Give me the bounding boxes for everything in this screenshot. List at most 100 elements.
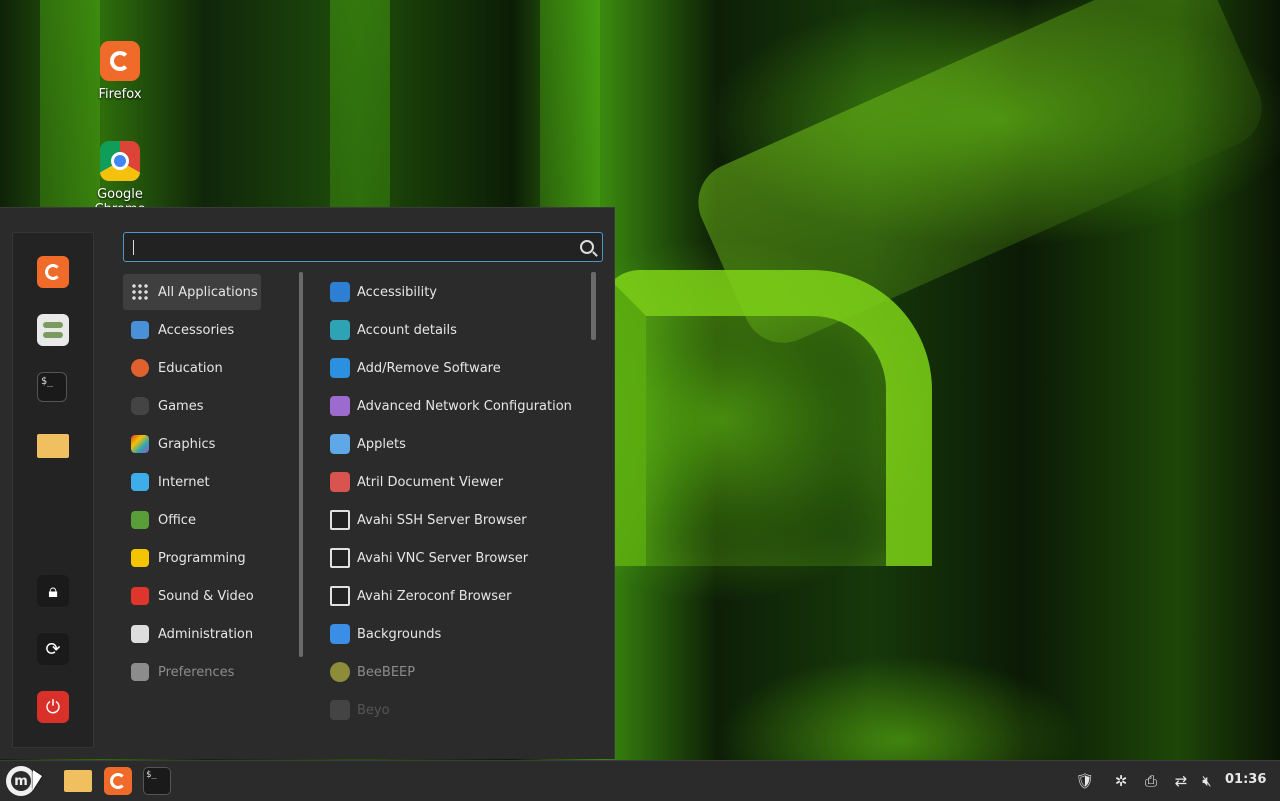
cloud-icon bbox=[131, 473, 149, 491]
sidebar-power-button[interactable]: ⏻ bbox=[37, 691, 69, 723]
menu-sidebar: $_ 🔒︎ ⟳ ⏻ bbox=[12, 232, 94, 748]
app-accessibility[interactable]: Accessibility bbox=[322, 274, 587, 310]
firefox-icon bbox=[100, 41, 140, 81]
sidebar-logout-button[interactable]: ⟳ bbox=[37, 633, 69, 665]
app-label: Atril Document Viewer bbox=[357, 474, 504, 490]
menu-search-box[interactable] bbox=[123, 232, 603, 262]
grid-icon bbox=[131, 283, 149, 301]
sidebar-files-button[interactable] bbox=[37, 434, 69, 458]
monitor-icon bbox=[330, 548, 350, 568]
search-input[interactable] bbox=[132, 237, 566, 259]
category-label: Preferences bbox=[158, 664, 235, 680]
chrome-icon bbox=[100, 141, 140, 181]
category-label: Internet bbox=[158, 474, 210, 490]
search-icon[interactable] bbox=[580, 240, 594, 254]
category-label: Graphics bbox=[158, 436, 216, 452]
category-graphics[interactable]: Graphics bbox=[123, 426, 293, 462]
category-label: Office bbox=[158, 512, 196, 528]
terminal-icon: $_ bbox=[41, 376, 54, 387]
wallpaper-mint-logo bbox=[600, 270, 932, 566]
category-sound-video[interactable]: Sound & Video bbox=[123, 578, 293, 614]
category-label: Education bbox=[158, 360, 223, 376]
category-accessories[interactable]: Accessories bbox=[123, 312, 293, 348]
app-avahi-ssh-server-browser[interactable]: Avahi SSH Server Browser bbox=[322, 502, 587, 538]
app-applets[interactable]: Applets bbox=[322, 426, 587, 462]
category-games[interactable]: Games bbox=[123, 388, 293, 424]
logout-icon: ⟳ bbox=[45, 638, 61, 660]
download-icon bbox=[330, 358, 350, 378]
admin-icon bbox=[131, 625, 149, 643]
applets-icon bbox=[330, 434, 350, 454]
sidebar-lock-button[interactable]: 🔒︎ bbox=[37, 575, 69, 607]
update-shield-icon[interactable]: 🛡︎ bbox=[1075, 771, 1095, 791]
app-label: Account details bbox=[357, 322, 457, 338]
category-list: All Applications Accessories Education G… bbox=[123, 274, 293, 692]
category-scrollbar[interactable] bbox=[299, 272, 303, 657]
application-list: Accessibility Account details Add/Remove… bbox=[322, 274, 587, 720]
taskbar-firefox-launcher[interactable] bbox=[104, 767, 132, 795]
settings-icon-bar bbox=[43, 332, 63, 338]
taskbar-files-launcher[interactable] bbox=[64, 770, 92, 792]
beebeep-tray-icon[interactable]: ✲ bbox=[1111, 771, 1131, 791]
sidebar-terminal-button[interactable]: $_ bbox=[37, 372, 67, 402]
category-label: All Applications bbox=[158, 284, 258, 300]
desktop-icon-chrome[interactable]: Google Chrome bbox=[70, 141, 170, 217]
app-beebeep[interactable]: BeeBEEP bbox=[322, 654, 587, 690]
menu-button[interactable]: m bbox=[6, 766, 36, 796]
network-icon[interactable]: ⇄ bbox=[1171, 771, 1191, 791]
category-education[interactable]: Education bbox=[123, 350, 293, 386]
category-label: Sound & Video bbox=[158, 588, 254, 604]
app-label: BeeBEEP bbox=[357, 664, 416, 680]
app-account-details[interactable]: Account details bbox=[322, 312, 587, 348]
app-label: Add/Remove Software bbox=[357, 360, 501, 376]
firefox-icon bbox=[45, 264, 61, 280]
glasses-icon bbox=[330, 472, 350, 492]
clock[interactable]: 01:36 bbox=[1225, 772, 1266, 787]
backgrounds-icon bbox=[330, 624, 350, 644]
taskbar-terminal-launcher[interactable]: $_ bbox=[143, 767, 171, 795]
desktop-icon-label: Firefox bbox=[98, 87, 142, 102]
app-label: Applets bbox=[357, 436, 406, 452]
category-all-applications[interactable]: All Applications bbox=[123, 274, 261, 310]
app-advanced-network-configuration[interactable]: Advanced Network Configuration bbox=[322, 388, 587, 424]
gamepad-icon bbox=[131, 397, 149, 415]
accessibility-icon bbox=[330, 282, 350, 302]
category-programming[interactable]: Programming bbox=[123, 540, 293, 576]
application-list-scrollbar[interactable] bbox=[591, 272, 596, 340]
app-backgrounds[interactable]: Backgrounds bbox=[322, 616, 587, 652]
text-caret bbox=[133, 240, 134, 255]
desktop-icon-firefox[interactable]: Firefox bbox=[70, 41, 170, 102]
category-internet[interactable]: Internet bbox=[123, 464, 293, 500]
scissors-icon bbox=[131, 321, 149, 339]
mouse-pointer bbox=[33, 770, 42, 790]
office-icon bbox=[131, 511, 149, 529]
app-label: Avahi VNC Server Browser bbox=[357, 550, 529, 566]
category-label: Accessories bbox=[158, 322, 235, 338]
app-label: Beyo bbox=[357, 702, 390, 718]
app-beyo[interactable]: Beyo bbox=[322, 692, 587, 720]
printer-icon[interactable]: ⎙ bbox=[1141, 771, 1161, 791]
network-icon bbox=[330, 396, 350, 416]
app-add-remove-software[interactable]: Add/Remove Software bbox=[322, 350, 587, 386]
app-icon bbox=[330, 700, 350, 720]
app-atril-document-viewer[interactable]: Atril Document Viewer bbox=[322, 464, 587, 500]
education-icon bbox=[131, 359, 149, 377]
category-preferences[interactable]: Preferences bbox=[123, 654, 293, 690]
terminal-icon: $_ bbox=[146, 770, 157, 780]
category-label: Administration bbox=[158, 626, 254, 642]
play-icon bbox=[131, 587, 149, 605]
graphics-icon bbox=[131, 435, 149, 453]
sidebar-settings-button[interactable] bbox=[37, 314, 69, 346]
volume-mute-icon[interactable]: 🔇︎ bbox=[1197, 771, 1217, 791]
category-administration[interactable]: Administration bbox=[123, 616, 293, 652]
user-icon bbox=[330, 320, 350, 340]
monitor-icon bbox=[330, 510, 350, 530]
bee-icon bbox=[330, 662, 350, 682]
app-avahi-vnc-server-browser[interactable]: Avahi VNC Server Browser bbox=[322, 540, 587, 576]
category-office[interactable]: Office bbox=[123, 502, 293, 538]
category-label: Programming bbox=[158, 550, 246, 566]
sidebar-firefox-button[interactable] bbox=[37, 256, 69, 288]
app-avahi-zeroconf-browser[interactable]: Avahi Zeroconf Browser bbox=[322, 578, 587, 614]
settings-icon bbox=[43, 322, 63, 328]
mint-logo-icon: m bbox=[11, 771, 31, 791]
